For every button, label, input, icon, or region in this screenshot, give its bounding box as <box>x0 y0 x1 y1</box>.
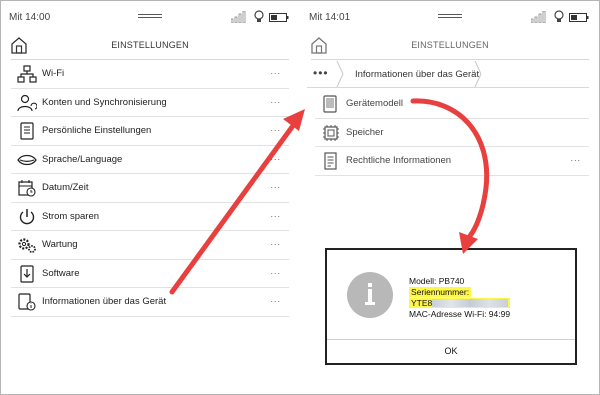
menu-item-label: Informationen über das Gerät <box>42 296 167 307</box>
battery-icon <box>569 13 589 22</box>
dialog-divider <box>327 339 575 340</box>
more-dots: ... <box>270 265 281 276</box>
model-line: Modell: PB740 <box>409 276 465 286</box>
device-model-icon <box>323 95 337 113</box>
device-info-text: Modell: PB740 Seriennummer: YTE8 MAC-Adr… <box>409 276 511 320</box>
status-bar: Mit 14:01 <box>301 5 599 27</box>
more-dots: ... <box>270 208 281 219</box>
menu-item-label: Rechtliche Informationen <box>346 155 452 166</box>
menu-item-datetime[interactable]: Datum/Zeit ... <box>11 174 289 203</box>
wifi-network-icon <box>17 65 37 83</box>
device-info-icon <box>18 293 36 311</box>
more-dots: ... <box>570 153 581 163</box>
menu-item-wifi[interactable]: Wi-Fi ... <box>11 60 289 89</box>
menu-item-storage[interactable]: Speicher <box>315 119 589 147</box>
device-model-dialog: Modell: PB740 Seriennummer: YTE8 MAC-Adr… <box>325 248 577 365</box>
menu-item-label: Strom sparen <box>42 210 100 222</box>
settings-header: EINSTELLUNGEN <box>1 33 299 59</box>
menu-item-personal[interactable]: Persönliche Einstellungen ... <box>11 117 289 146</box>
memory-chip-icon <box>323 124 339 141</box>
menu-item-label: Konten und Synchronisierung <box>42 96 167 108</box>
menu-item-label: Gerätemodell <box>346 98 404 109</box>
settings-menu: Wi-Fi ... Konten und Synchronisierung ..… <box>11 60 289 317</box>
menu-item-label: Persönliche Einstellungen <box>42 125 152 136</box>
device-info-menu: Gerätemodell Speicher Rechtliche Informa… <box>315 90 589 176</box>
language-lips-icon <box>17 154 37 165</box>
menu-item-label: Wi-Fi <box>42 68 65 79</box>
status-time: Mit 14:01 <box>309 12 351 23</box>
menu-item-software[interactable]: Software ... <box>11 260 289 288</box>
signal-strength-icon <box>231 11 246 23</box>
more-dots: ... <box>270 94 281 105</box>
more-dots: ... <box>270 294 281 304</box>
breadcrumb-more-button[interactable]: ••• <box>313 66 329 80</box>
menu-item-legal[interactable]: Rechtliche Informationen ... <box>315 147 589 176</box>
info-icon <box>347 272 393 318</box>
menu-item-power-saving[interactable]: Strom sparen ... <box>11 203 289 231</box>
account-sync-icon <box>17 94 37 111</box>
power-icon <box>19 208 35 224</box>
breadcrumb[interactable]: ••• Informationen über das Gerät <box>307 60 589 88</box>
menu-item-label: Datum/Zeit <box>42 182 89 193</box>
breadcrumb-current[interactable]: Informationen über das Gerät <box>355 69 479 80</box>
menu-item-accounts[interactable]: Konten und Synchronisierung ... <box>11 89 289 117</box>
menu-item-label: Wartung <box>42 239 78 250</box>
menu-item-label: Software <box>42 267 80 279</box>
more-dots: ... <box>270 66 281 76</box>
menu-item-maintenance[interactable]: Wartung ... <box>11 231 289 260</box>
pull-down-handle-icon[interactable] <box>438 14 462 18</box>
software-download-icon <box>20 264 34 283</box>
maintenance-gear-icon <box>18 238 36 253</box>
menu-item-device-info[interactable]: Informationen über das Gerät ... <box>11 288 289 317</box>
serial-number-redacted <box>432 299 509 307</box>
ok-button[interactable]: OK <box>327 346 575 356</box>
legal-document-icon <box>324 152 337 170</box>
mac-address-line: MAC-Adresse Wi-Fi: 94:99 <box>409 309 511 319</box>
more-dots: ... <box>270 180 281 190</box>
personal-settings-icon <box>20 122 34 140</box>
settings-screen-left: Mit 14:00 EINSTELLUNGEN Wi-Fi ... Konten… <box>1 1 299 394</box>
menu-item-language[interactable]: Sprache/Language ... <box>11 146 289 174</box>
info-glyph-icon <box>365 283 375 305</box>
settings-header: EINSTELLUNGEN <box>301 33 599 59</box>
status-time: Mit 14:00 <box>9 12 51 23</box>
serial-number-prefix: YTE8 <box>411 298 433 308</box>
menu-item-label: Speicher <box>346 126 384 138</box>
settings-screen-right: Mit 14:01 EINSTELLUNGEN ••• Informatione… <box>301 1 599 394</box>
more-dots: ... <box>270 151 281 162</box>
serial-label: Seriennummer: <box>409 287 472 297</box>
frontlight-bulb-icon[interactable] <box>254 10 264 24</box>
calendar-clock-icon <box>18 180 36 197</box>
battery-icon <box>269 13 289 22</box>
pull-down-handle-icon[interactable] <box>138 14 162 18</box>
more-dots: ... <box>270 237 281 247</box>
status-bar: Mit 14:00 <box>1 5 299 27</box>
signal-strength-icon <box>531 11 546 23</box>
menu-item-label: Sprache/Language <box>42 153 123 165</box>
frontlight-bulb-icon[interactable] <box>554 10 564 24</box>
page-title: EINSTELLUNGEN <box>111 40 189 50</box>
more-dots: ... <box>270 123 281 133</box>
page-title: EINSTELLUNGEN <box>411 40 489 50</box>
menu-item-device-model[interactable]: Gerätemodell <box>315 90 589 119</box>
